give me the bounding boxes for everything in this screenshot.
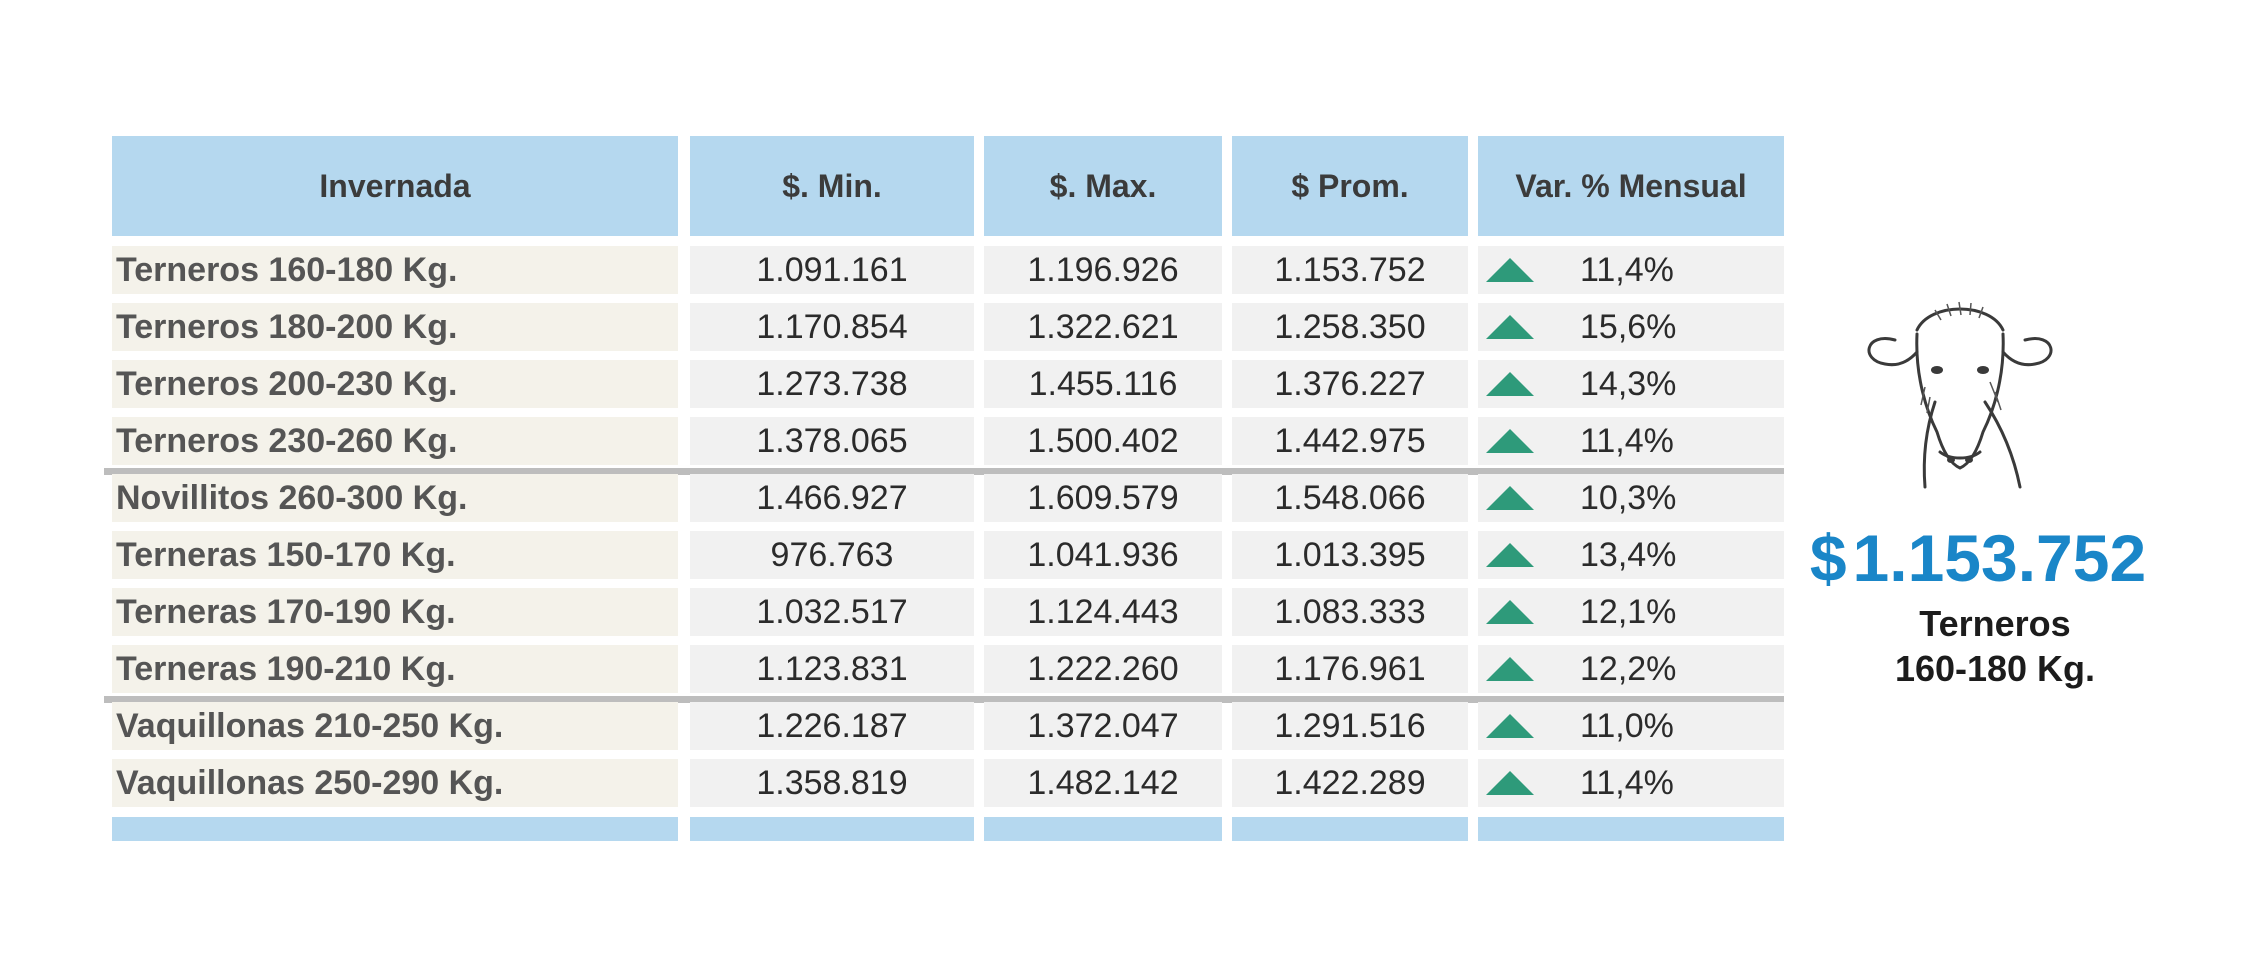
var-percent: 11,4%	[1580, 250, 1674, 289]
up-triangle-icon	[1486, 600, 1534, 624]
var-percent: 10,3%	[1580, 478, 1677, 517]
header-min: $. Min.	[690, 136, 974, 236]
footer-bar	[112, 817, 678, 841]
up-triangle-icon	[1486, 315, 1534, 339]
up-triangle-icon	[1486, 486, 1534, 510]
cell-max: 1.500.402	[984, 417, 1222, 465]
cell-min: 1.378.065	[690, 417, 974, 465]
cell-min: 976.763	[690, 531, 974, 579]
cell-category: Vaquillonas 210-250 Kg.	[112, 702, 678, 750]
header-var: Var. % Mensual	[1478, 136, 1784, 236]
cell-prom: 1.422.289	[1232, 759, 1468, 807]
var-percent: 13,4%	[1580, 535, 1677, 574]
var-percent: 15,6%	[1580, 307, 1677, 346]
cell-max: 1.609.579	[984, 474, 1222, 522]
cell-max: 1.482.142	[984, 759, 1222, 807]
cell-max: 1.322.621	[984, 303, 1222, 351]
cell-prom: 1.548.066	[1232, 474, 1468, 522]
up-triangle-icon	[1486, 372, 1534, 396]
var-percent: 12,2%	[1580, 649, 1677, 688]
cell-min: 1.358.819	[690, 759, 974, 807]
cell-var: 12,2%	[1478, 645, 1784, 693]
header-invernada: Invernada	[112, 136, 678, 236]
cell-prom: 1.153.752	[1232, 246, 1468, 294]
cell-category: Terneras 190-210 Kg.	[112, 645, 678, 693]
cell-var: 11,0%	[1478, 702, 1784, 750]
cell-prom: 1.083.333	[1232, 588, 1468, 636]
header-max: $. Max.	[984, 136, 1222, 236]
highlight-caption-line2: 160-180 Kg.	[1894, 648, 2096, 689]
var-percent: 11,4%	[1580, 763, 1674, 802]
up-triangle-icon	[1486, 771, 1534, 795]
cell-prom: 1.291.516	[1232, 702, 1468, 750]
cell-prom: 1.176.961	[1232, 645, 1468, 693]
header-prom: $ Prom.	[1232, 136, 1468, 236]
cell-category: Novillitos 260-300 Kg.	[112, 474, 678, 522]
cell-max: 1.455.116	[984, 360, 1222, 408]
var-percent: 12,1%	[1580, 592, 1677, 631]
cow-head-icon	[1867, 301, 2053, 489]
up-triangle-icon	[1486, 657, 1534, 681]
cell-var: 14,3%	[1478, 360, 1784, 408]
var-percent: 14,3%	[1580, 364, 1677, 403]
cell-max: 1.124.443	[984, 588, 1222, 636]
var-percent: 11,4%	[1580, 421, 1674, 460]
cell-category: Terneros 230-260 Kg.	[112, 417, 678, 465]
highlight-price: $1.153.752	[1788, 520, 2168, 596]
cell-min: 1.273.738	[690, 360, 974, 408]
up-triangle-icon	[1486, 258, 1534, 282]
footer-bar	[1232, 817, 1468, 841]
cell-prom: 1.376.227	[1232, 360, 1468, 408]
cell-category: Terneros 180-200 Kg.	[112, 303, 678, 351]
cell-min: 1.032.517	[690, 588, 974, 636]
cell-var: 12,1%	[1478, 588, 1784, 636]
cell-prom: 1.442.975	[1232, 417, 1468, 465]
cell-var: 15,6%	[1478, 303, 1784, 351]
cell-min: 1.091.161	[690, 246, 974, 294]
cell-var: 11,4%	[1478, 417, 1784, 465]
cell-prom: 1.258.350	[1232, 303, 1468, 351]
cell-min: 1.466.927	[690, 474, 974, 522]
cell-min: 1.123.831	[690, 645, 974, 693]
cell-var: 11,4%	[1478, 246, 1784, 294]
var-percent: 11,0%	[1580, 706, 1674, 745]
cell-var: 11,4%	[1478, 759, 1784, 807]
cell-var: 13,4%	[1478, 531, 1784, 579]
cell-category: Terneros 200-230 Kg.	[112, 360, 678, 408]
highlight-caption-line1: Terneros	[1919, 603, 2071, 644]
cell-min: 1.226.187	[690, 702, 974, 750]
cell-max: 1.372.047	[984, 702, 1222, 750]
cell-max: 1.041.936	[984, 531, 1222, 579]
cell-category: Terneras 150-170 Kg.	[112, 531, 678, 579]
footer-bar	[690, 817, 974, 841]
cell-category: Vaquillonas 250-290 Kg.	[112, 759, 678, 807]
up-triangle-icon	[1486, 543, 1534, 567]
cell-category: Terneras 170-190 Kg.	[112, 588, 678, 636]
cell-max: 1.222.260	[984, 645, 1222, 693]
cell-category: Terneros 160-180 Kg.	[112, 246, 678, 294]
cell-max: 1.196.926	[984, 246, 1222, 294]
currency-symbol: $	[1809, 521, 1847, 595]
footer-bar	[984, 817, 1222, 841]
price-value: 1.153.752	[1852, 521, 2147, 595]
footer-bar	[1478, 817, 1784, 841]
up-triangle-icon	[1486, 714, 1534, 738]
cell-var: 10,3%	[1478, 474, 1784, 522]
up-triangle-icon	[1486, 429, 1534, 453]
cell-prom: 1.013.395	[1232, 531, 1468, 579]
cell-min: 1.170.854	[690, 303, 974, 351]
